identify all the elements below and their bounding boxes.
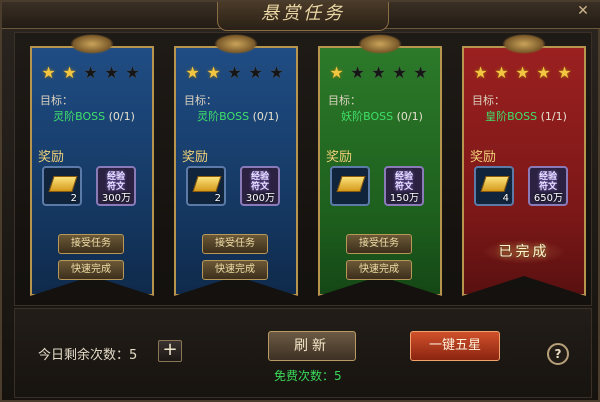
gold-count: 4 — [502, 193, 509, 204]
gold-reward-slot[interactable] — [330, 166, 370, 206]
target-label: 目标： — [184, 94, 217, 107]
reward-label: 奖励 — [182, 150, 209, 165]
gold-reward-slot[interactable]: 2 — [186, 166, 226, 206]
target-value: 灵阶BOSS (0/1) — [184, 108, 292, 124]
task-card: ★ ★ ★ ★ ★ 目标： 皇阶BOSS (1/1) 奖励 4 经验 符文 650万 已… — [462, 34, 586, 296]
gold-count: 2 — [70, 193, 77, 204]
star-icon: ★ — [413, 63, 428, 82]
star-icon: ★ — [350, 63, 365, 82]
star-icon: ★ — [125, 63, 140, 82]
accept-task-button[interactable]: 接受任务 — [346, 234, 412, 254]
close-button[interactable]: ✕ — [574, 2, 592, 20]
star-rating: ★ ★ ★ ★ ★ — [472, 63, 580, 82]
ornament-icon — [214, 34, 258, 54]
exp-reward-slot[interactable]: 经验 符文 300万 — [96, 166, 136, 206]
accept-task-button[interactable]: 接受任务 — [202, 234, 268, 254]
one-click-five-star-button[interactable]: 一键五星 — [410, 331, 500, 361]
reward-label: 奖励 — [38, 150, 65, 165]
task-card: ★ ★ ★ ★ ★ 目标： 灵阶BOSS (0/1) 奖励 2 经验 符文 300万 接… — [30, 34, 154, 296]
boss-progress: (0/1) — [252, 110, 279, 123]
ornament-icon — [70, 34, 114, 54]
star-icon: ★ — [83, 63, 98, 82]
star-rating: ★ ★ ★ ★ ★ — [40, 63, 148, 82]
star-icon: ★ — [371, 63, 386, 82]
quick-complete-button[interactable]: 快速完成 — [58, 260, 124, 280]
star-icon: ★ — [206, 63, 221, 82]
target-label: 目标： — [40, 94, 73, 107]
star-icon: ★ — [185, 63, 200, 82]
target-value: 皇阶BOSS (1/1) — [472, 108, 580, 124]
exp-amount: 150万 — [389, 193, 419, 204]
help-icon[interactable]: ? — [547, 343, 569, 365]
completed-stamp: 已完成 — [482, 240, 566, 264]
boss-progress: (1/1) — [540, 110, 567, 123]
boss-name[interactable]: 灵阶BOSS — [197, 110, 249, 123]
reward-label: 奖励 — [470, 150, 497, 165]
star-icon: ★ — [557, 63, 572, 82]
gold-ingot-icon — [48, 176, 78, 192]
boss-progress: (0/1) — [396, 110, 423, 123]
target-value: 灵阶BOSS (0/1) — [40, 108, 148, 124]
gold-reward-slot[interactable]: 2 — [42, 166, 82, 206]
boss-name[interactable]: 皇阶BOSS — [485, 110, 537, 123]
star-icon: ★ — [248, 63, 263, 82]
exp-amount: 650万 — [533, 193, 563, 204]
ornament-icon — [358, 34, 402, 54]
boss-name[interactable]: 灵阶BOSS — [53, 110, 105, 123]
star-icon: ★ — [227, 63, 242, 82]
star-rating: ★ ★ ★ ★ ★ — [328, 63, 436, 82]
boss-name[interactable]: 妖阶BOSS — [341, 110, 393, 123]
gold-count: 2 — [214, 193, 221, 204]
boss-progress: (0/1) — [108, 110, 135, 123]
target-label: 目标： — [472, 94, 505, 107]
star-icon: ★ — [473, 63, 488, 82]
task-card: ★ ★ ★ ★ ★ 目标： 灵阶BOSS (0/1) 奖励 2 经验 符文 300万 接… — [174, 34, 298, 296]
star-icon: ★ — [392, 63, 407, 82]
star-icon: ★ — [536, 63, 551, 82]
exp-amount: 300万 — [245, 193, 275, 204]
star-icon: ★ — [269, 63, 284, 82]
star-icon: ★ — [104, 63, 119, 82]
star-icon: ★ — [494, 63, 509, 82]
bounty-task-window: 悬赏任务 ✕ ★ ★ ★ ★ ★ 目标： 灵阶BOSS (0/1) 奖励 2 经验 符文… — [0, 0, 600, 402]
star-icon: ★ — [41, 63, 56, 82]
accept-task-button[interactable]: 接受任务 — [58, 234, 124, 254]
star-rating: ★ ★ ★ ★ ★ — [184, 63, 292, 82]
quick-complete-button[interactable]: 快速完成 — [202, 260, 268, 280]
task-card: ★ ★ ★ ★ ★ 目标： 妖阶BOSS (0/1) 奖励 经验 符文 150万 接受任… — [318, 34, 442, 296]
star-icon: ★ — [62, 63, 77, 82]
quick-complete-button[interactable]: 快速完成 — [346, 260, 412, 280]
gold-ingot-icon — [336, 176, 366, 192]
ornament-icon — [502, 34, 546, 54]
reward-label: 奖励 — [326, 150, 353, 165]
refresh-button[interactable]: 刷新 — [268, 331, 356, 361]
window-title: 悬赏任务 — [217, 2, 389, 31]
gold-ingot-icon — [480, 176, 510, 192]
exp-reward-slot[interactable]: 经验 符文 300万 — [240, 166, 280, 206]
add-count-button[interactable]: + — [158, 340, 182, 362]
exp-reward-slot[interactable]: 经验 符文 150万 — [384, 166, 424, 206]
gold-ingot-icon — [192, 176, 222, 192]
target-label: 目标： — [328, 94, 361, 107]
free-count-text: 免费次数：5 — [274, 369, 342, 383]
exp-reward-slot[interactable]: 经验 符文 650万 — [528, 166, 568, 206]
star-icon: ★ — [515, 63, 530, 82]
remaining-count-label: 今日剩余次数：5 — [38, 348, 138, 363]
star-icon: ★ — [329, 63, 344, 82]
exp-amount: 300万 — [101, 193, 131, 204]
target-value: 妖阶BOSS (0/1) — [328, 108, 436, 124]
gold-reward-slot[interactable]: 4 — [474, 166, 514, 206]
